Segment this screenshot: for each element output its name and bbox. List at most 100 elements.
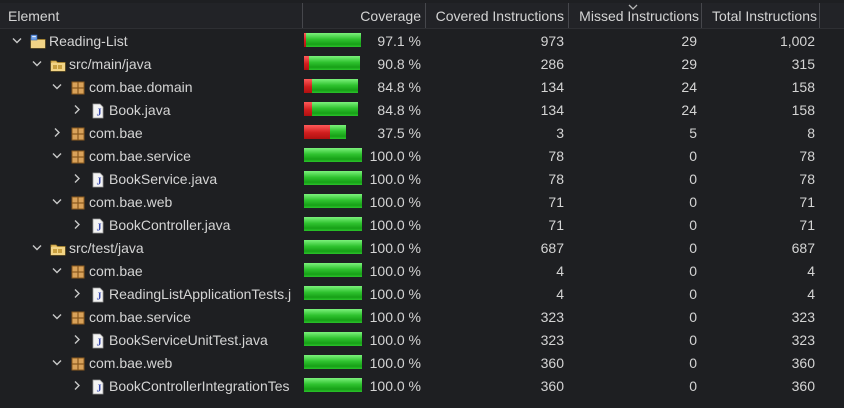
chevron-right-icon[interactable] <box>70 213 84 236</box>
coverage-bar <box>304 240 362 254</box>
covered-instructions: 134 <box>540 102 564 118</box>
missed-instructions: 0 <box>689 286 697 302</box>
tree-row[interactable]: src/test/java 100.0 % 687 0 687 <box>0 236 844 259</box>
coverage-bar <box>304 125 362 139</box>
chevron-down-icon[interactable] <box>30 52 44 75</box>
coverage-bar <box>304 286 362 300</box>
coverage-bar-covered <box>304 148 362 162</box>
coverage-bar-covered <box>304 263 362 277</box>
svg-text:J: J <box>97 177 102 188</box>
element-name: com.bae.service <box>89 148 191 164</box>
element-name: com.bae.domain <box>89 79 193 95</box>
tree-row[interactable]: J BookController.java 100.0 % 71 0 71 <box>0 213 844 236</box>
tree-row[interactable]: Reading-List 97.1 % 973 29 1,002 <box>0 29 844 52</box>
chevron-right-icon[interactable] <box>50 121 64 144</box>
svg-text:J: J <box>97 384 102 395</box>
element-name: BookController.java <box>109 217 231 233</box>
coverage-percent: 100.0 % <box>369 194 421 210</box>
column-header-covered-instructions[interactable]: Covered Instructions <box>427 3 564 28</box>
column-header-element[interactable]: Element <box>8 3 298 28</box>
element-name: ReadingListApplicationTests.j <box>109 286 292 302</box>
element-name: src/main/java <box>69 56 152 72</box>
element-cell: com.bae.domain <box>0 75 302 98</box>
tree-row[interactable]: J BookService.java 100.0 % 78 0 78 <box>0 167 844 190</box>
chevron-right-icon[interactable] <box>70 98 84 121</box>
tree-row[interactable]: com.bae 100.0 % 4 0 4 <box>0 259 844 282</box>
tree-row[interactable]: J Book.java 84.8 % 134 24 158 <box>0 98 844 121</box>
chevron-down-icon[interactable] <box>50 305 64 328</box>
chevron-down-icon[interactable] <box>50 75 64 98</box>
chevron-down-icon[interactable] <box>50 259 64 282</box>
element-name: com.bae <box>89 125 143 141</box>
package-icon <box>70 263 86 279</box>
coverage-percent: 90.8 % <box>377 56 421 72</box>
chevron-right-icon[interactable] <box>70 328 84 351</box>
column-resize-handle[interactable] <box>425 3 426 28</box>
coverage-bar <box>304 332 362 346</box>
missed-instructions: 5 <box>689 125 697 141</box>
element-cell: J Book.java <box>0 98 302 121</box>
covered-instructions: 360 <box>540 378 564 394</box>
chevron-down-icon[interactable] <box>30 236 44 259</box>
tree-row[interactable]: com.bae.web 100.0 % 360 0 360 <box>0 351 844 374</box>
column-resize-handle[interactable] <box>819 3 820 28</box>
package-icon <box>70 355 86 371</box>
coverage-bar <box>304 171 362 185</box>
chevron-down-icon[interactable] <box>50 144 64 167</box>
column-resize-handle[interactable] <box>568 3 569 28</box>
tree-row[interactable]: com.bae 37.5 % 3 5 8 <box>0 121 844 144</box>
tree-row[interactable]: com.bae.service 100.0 % 78 0 78 <box>0 144 844 167</box>
missed-instructions: 0 <box>689 240 697 256</box>
coverage-bar <box>304 194 362 208</box>
element-name: Book.java <box>109 102 171 118</box>
svg-text:J: J <box>97 223 102 234</box>
chevron-down-icon[interactable] <box>50 351 64 374</box>
chevron-right-icon[interactable] <box>70 167 84 190</box>
missed-instructions: 0 <box>689 148 697 164</box>
tree-row[interactable]: src/main/java 90.8 % 286 29 315 <box>0 52 844 75</box>
coverage-bar <box>304 309 362 323</box>
coverage-percent: 100.0 % <box>369 217 421 233</box>
chevron-right-icon[interactable] <box>70 282 84 305</box>
element-cell: src/main/java <box>0 52 302 75</box>
tree-row[interactable]: com.bae.web 100.0 % 71 0 71 <box>0 190 844 213</box>
element-name: com.bae.service <box>89 309 191 325</box>
coverage-bar-covered <box>304 355 362 369</box>
missed-instructions: 29 <box>681 56 697 72</box>
coverage-percent: 100.0 % <box>369 332 421 348</box>
column-header-total-instructions[interactable]: Total Instructions <box>703 3 817 28</box>
chevron-down-icon[interactable] <box>50 190 64 213</box>
chevron-right-icon[interactable] <box>70 374 84 397</box>
java-file-icon: J <box>90 378 106 395</box>
column-resize-handle[interactable] <box>701 3 702 28</box>
tree-row[interactable]: J BookControllerIntegrationTes 100.0 % 360 0… <box>0 374 844 397</box>
element-cell: com.bae <box>0 121 302 144</box>
tree-row[interactable]: com.bae.service 100.0 % 323 0 323 <box>0 305 844 328</box>
total-instructions: 158 <box>791 79 815 95</box>
coverage-bar-covered <box>312 79 358 93</box>
package-icon <box>70 125 86 141</box>
coverage-bar-covered <box>304 194 362 208</box>
total-instructions: 4 <box>807 286 815 302</box>
coverage-bar <box>304 148 362 162</box>
element-cell: Reading-List <box>0 29 302 52</box>
tree-row[interactable]: J ReadingListApplicationTests.j 100.0 % 4 0 4 <box>0 282 844 305</box>
coverage-bar-covered <box>312 102 358 116</box>
column-header-missed-instructions[interactable]: Missed Instructions <box>570 3 699 28</box>
element-name: Reading-List <box>49 33 128 49</box>
coverage-percent: 84.8 % <box>377 79 421 95</box>
java-file-icon: J <box>90 102 106 119</box>
column-header-coverage[interactable]: Coverage <box>304 3 421 28</box>
missed-instructions: 0 <box>689 378 697 394</box>
total-instructions: 4 <box>807 263 815 279</box>
tree-row[interactable]: J BookServiceUnitTest.java 100.0 % 323 0 323 <box>0 328 844 351</box>
coverage-bar <box>304 217 362 231</box>
coverage-bar-missed <box>304 79 312 93</box>
covered-instructions: 286 <box>540 56 564 72</box>
coverage-percent: 100.0 % <box>369 171 421 187</box>
coverage-bar-covered <box>309 56 360 70</box>
chevron-down-icon[interactable] <box>10 29 24 52</box>
column-resize-handle[interactable] <box>302 3 303 28</box>
java-file-icon: J <box>90 217 106 234</box>
tree-row[interactable]: com.bae.domain 84.8 % 134 24 158 <box>0 75 844 98</box>
